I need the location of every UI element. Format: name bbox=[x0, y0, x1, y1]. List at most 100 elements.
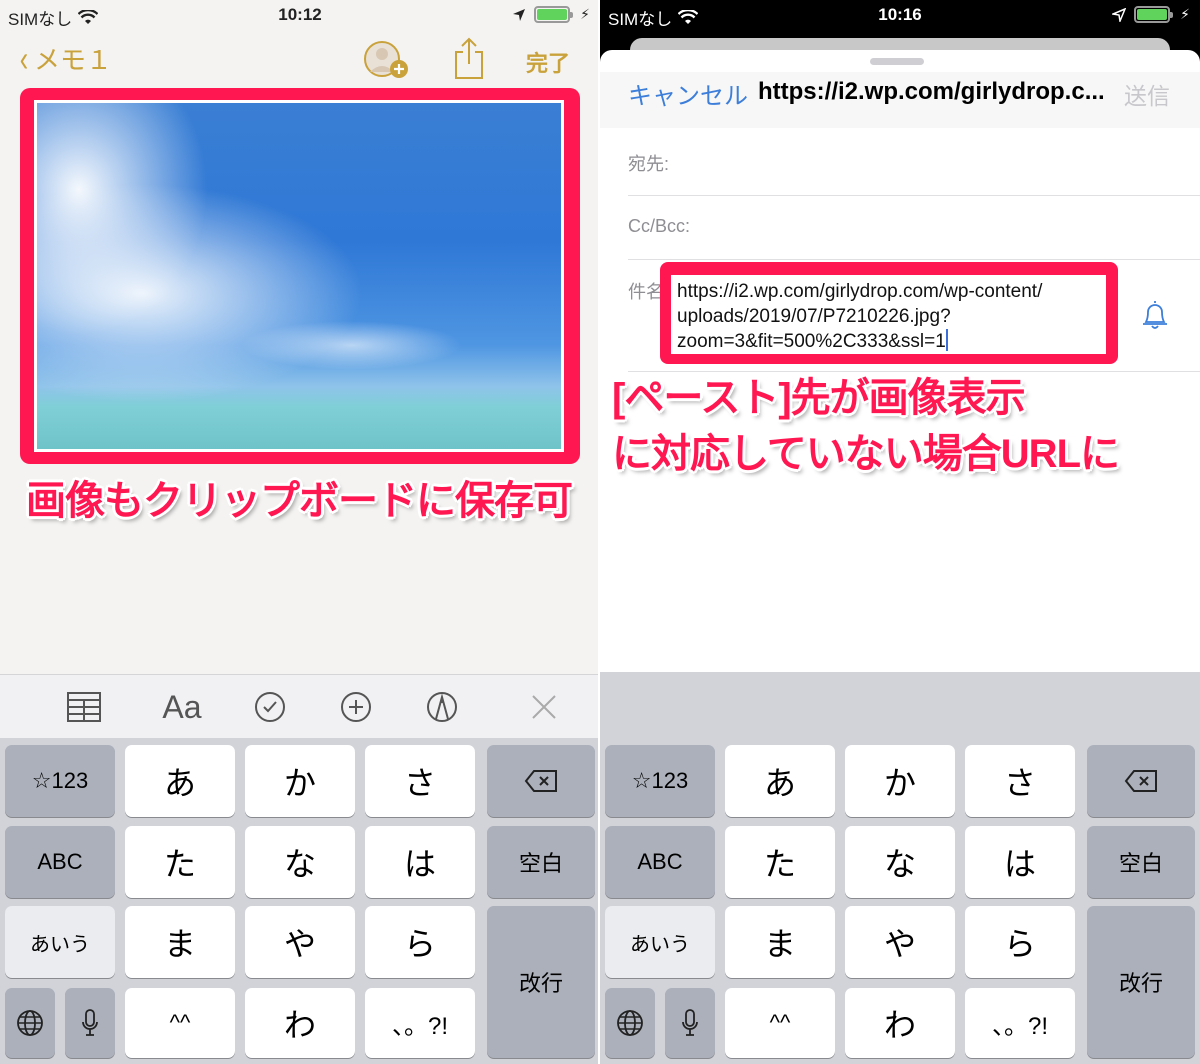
key-sa[interactable]: さ bbox=[365, 745, 475, 817]
share-icon bbox=[455, 37, 483, 79]
notify-button[interactable] bbox=[1140, 298, 1170, 335]
checklist-icon bbox=[255, 692, 285, 722]
annotation-caption-line-1: [ペースト]先が画像表示 bbox=[612, 376, 1026, 420]
back-button[interactable]: ‹ メモ１ bbox=[18, 40, 112, 77]
key-globe[interactable] bbox=[5, 988, 55, 1058]
to-field[interactable]: 宛先: bbox=[628, 130, 1200, 196]
highlighted-image-frame bbox=[20, 88, 580, 464]
key-return[interactable]: 改行 bbox=[487, 906, 595, 1058]
mail-compose-screen: SIMなし 10:16 ⚡ キャンセル https://i2.wp.com/gi… bbox=[600, 0, 1200, 1064]
status-bar: SIMなし 10:12 ⚡ bbox=[0, 0, 598, 32]
annotation-caption-line-2: に対応していない場合URLに bbox=[612, 432, 1120, 476]
key-emoticon[interactable]: ^^ bbox=[725, 988, 835, 1058]
key-ha[interactable]: は bbox=[365, 826, 475, 898]
text-caret bbox=[945, 329, 948, 351]
key-wa[interactable]: わ bbox=[845, 988, 955, 1058]
cancel-button[interactable]: キャンセル bbox=[628, 76, 748, 111]
markup-icon bbox=[427, 692, 457, 722]
add-people-button[interactable] bbox=[362, 40, 412, 87]
table-button[interactable] bbox=[64, 689, 104, 725]
text-style-button[interactable]: Aa bbox=[154, 689, 210, 725]
charging-icon: ⚡ bbox=[1180, 6, 1190, 22]
key-punctuation[interactable]: 、。?! bbox=[365, 988, 475, 1058]
close-icon bbox=[532, 695, 556, 719]
location-icon bbox=[513, 8, 526, 21]
subject-input[interactable]: https://i2.wp.com/girlydrop.com/wp-conte… bbox=[671, 275, 1106, 354]
key-symbols[interactable]: ☆123 bbox=[605, 745, 715, 817]
battery-icon bbox=[1134, 6, 1174, 23]
key-ta[interactable]: た bbox=[725, 826, 835, 898]
sky-photo[interactable] bbox=[34, 100, 564, 452]
cc-bcc-label: Cc/Bcc: bbox=[628, 216, 691, 236]
key-kana-mode[interactable]: あいう bbox=[605, 906, 715, 978]
charging-icon: ⚡ bbox=[580, 6, 590, 22]
table-icon bbox=[67, 692, 101, 722]
subject-line-1: https://i2.wp.com/girlydrop.com/wp-conte… bbox=[677, 281, 1043, 302]
notes-nav-bar: ‹ メモ１ 完了 bbox=[0, 36, 598, 87]
key-na[interactable]: な bbox=[245, 826, 355, 898]
key-na[interactable]: な bbox=[845, 826, 955, 898]
key-delete[interactable] bbox=[487, 745, 595, 817]
kana-keyboard: ☆123 あ か さ ABC た な は 空白 あいう ま や ら 改行 ^^ … bbox=[0, 738, 598, 1064]
subject-line-2: uploads/2019/07/P7210226.jpg? bbox=[677, 306, 951, 327]
globe-icon bbox=[617, 1010, 643, 1036]
key-abc[interactable]: ABC bbox=[605, 826, 715, 898]
subject-label: 件名 bbox=[628, 282, 664, 302]
key-space[interactable]: 空白 bbox=[487, 826, 595, 898]
chevron-left-icon: ‹ bbox=[19, 37, 29, 79]
microphone-icon bbox=[82, 1009, 98, 1036]
key-ka[interactable]: か bbox=[245, 745, 355, 817]
highlighted-subject-frame: https://i2.wp.com/girlydrop.com/wp-conte… bbox=[660, 262, 1118, 364]
key-punctuation[interactable]: 、。?! bbox=[965, 988, 1075, 1058]
key-ya[interactable]: や bbox=[845, 906, 955, 978]
key-ma[interactable]: ま bbox=[725, 906, 835, 978]
key-ra[interactable]: ら bbox=[965, 906, 1075, 978]
format-toolbar: Aa bbox=[0, 674, 598, 738]
globe-icon bbox=[17, 1010, 43, 1036]
key-dictation[interactable] bbox=[65, 988, 115, 1058]
cc-bcc-field[interactable]: Cc/Bcc: bbox=[628, 196, 1200, 260]
key-ma[interactable]: ま bbox=[125, 906, 235, 978]
delete-icon bbox=[524, 770, 557, 792]
key-globe[interactable] bbox=[605, 988, 655, 1058]
add-icon bbox=[341, 692, 371, 722]
markup-button[interactable] bbox=[422, 689, 462, 725]
key-space[interactable]: 空白 bbox=[1087, 826, 1195, 898]
key-symbols[interactable]: ☆123 bbox=[5, 745, 115, 817]
key-delete[interactable] bbox=[1087, 745, 1195, 817]
microphone-icon bbox=[682, 1009, 698, 1036]
send-button[interactable]: 送信 bbox=[1124, 77, 1170, 111]
annotation-caption: 画像もクリップボードに保存可 bbox=[26, 479, 573, 523]
compose-title: https://i2.wp.com/girlydrop.c... bbox=[758, 78, 1105, 105]
key-ra[interactable]: ら bbox=[365, 906, 475, 978]
key-a[interactable]: あ bbox=[725, 745, 835, 817]
key-emoticon[interactable]: ^^ bbox=[125, 988, 235, 1058]
key-dictation[interactable] bbox=[665, 988, 715, 1058]
key-a[interactable]: あ bbox=[125, 745, 235, 817]
back-label: メモ１ bbox=[34, 45, 113, 75]
key-ta[interactable]: た bbox=[125, 826, 235, 898]
add-button[interactable] bbox=[336, 689, 376, 725]
sheet-grabber[interactable] bbox=[870, 58, 924, 65]
text-style-icon: Aa bbox=[162, 688, 202, 725]
key-ka[interactable]: か bbox=[845, 745, 955, 817]
share-button[interactable] bbox=[453, 36, 485, 85]
battery-icon bbox=[534, 6, 574, 23]
done-button[interactable]: 完了 bbox=[526, 46, 570, 78]
key-abc[interactable]: ABC bbox=[5, 826, 115, 898]
compose-sheet: キャンセル https://i2.wp.com/girlydrop.c... 送… bbox=[600, 50, 1200, 690]
key-ya[interactable]: や bbox=[245, 906, 355, 978]
key-ha[interactable]: は bbox=[965, 826, 1075, 898]
key-sa[interactable]: さ bbox=[965, 745, 1075, 817]
kana-keyboard: ☆123 あ か さ ABC た な は 空白 あいう ま や ら 改行 ^^ … bbox=[600, 672, 1200, 1064]
key-return[interactable]: 改行 bbox=[1087, 906, 1195, 1058]
bell-icon bbox=[1143, 301, 1167, 329]
key-wa[interactable]: わ bbox=[245, 988, 355, 1058]
notes-screen: SIMなし 10:12 ⚡ ‹ メモ１ 完了 画像もクリップボードに保存可 Aa… bbox=[0, 0, 600, 1064]
close-button[interactable] bbox=[526, 689, 562, 725]
compose-header: キャンセル https://i2.wp.com/girlydrop.c... 送… bbox=[600, 72, 1200, 128]
delete-icon bbox=[1124, 770, 1157, 792]
key-kana-mode[interactable]: あいう bbox=[5, 906, 115, 978]
checklist-button[interactable] bbox=[250, 689, 290, 725]
add-person-icon bbox=[364, 41, 408, 78]
